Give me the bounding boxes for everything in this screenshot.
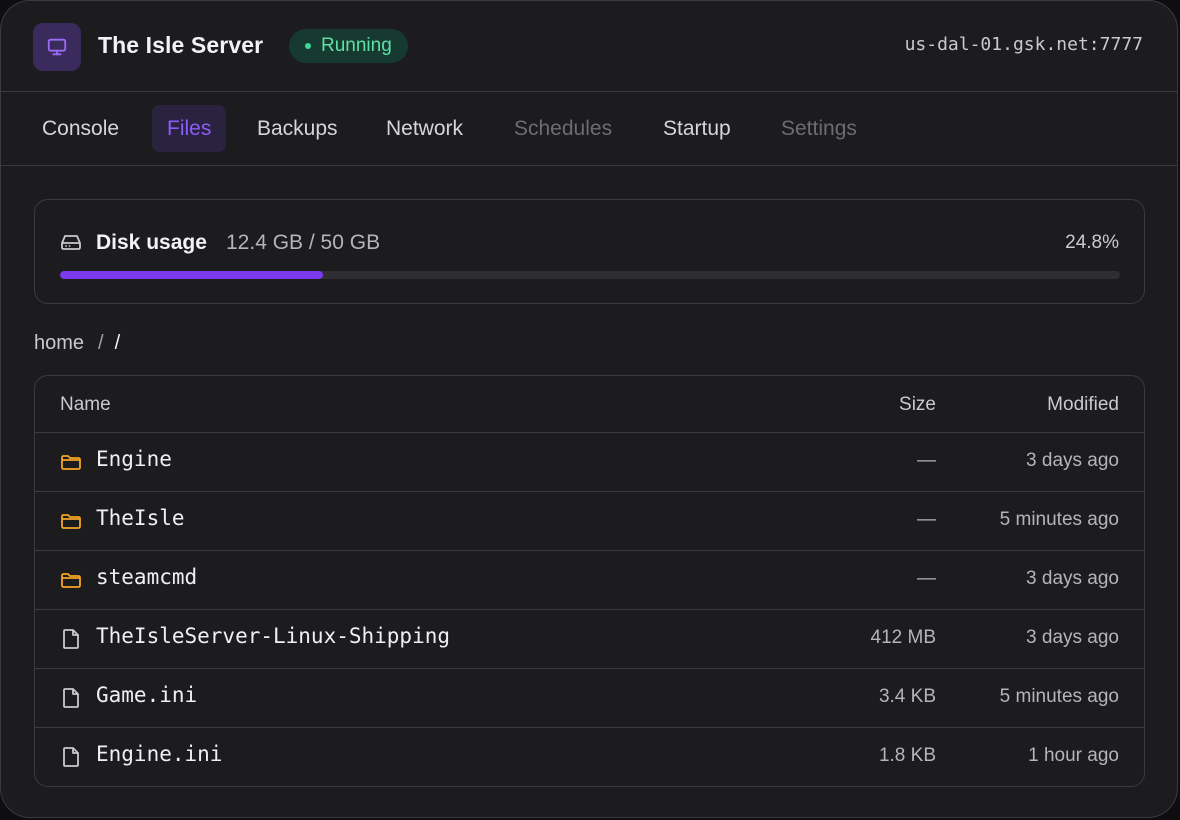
file-size: — bbox=[917, 450, 936, 471]
tab-network[interactable]: Network bbox=[371, 105, 478, 152]
table-row[interactable]: Engine — 3 days ago bbox=[35, 433, 1144, 492]
tab-bar: Console Files Backups Network Schedules … bbox=[1, 92, 1177, 166]
server-address: us-dal-01.gsk.net:7777 bbox=[904, 34, 1143, 55]
column-name[interactable]: Name bbox=[60, 394, 111, 416]
table-row[interactable]: Engine.ini 1.8 KB 1 hour ago bbox=[35, 728, 1144, 786]
folder-icon bbox=[59, 568, 83, 592]
file-icon bbox=[59, 745, 83, 769]
breadcrumb-home[interactable]: home bbox=[34, 332, 84, 355]
file-modified: 5 minutes ago bbox=[999, 686, 1119, 707]
breadcrumb-separator: / bbox=[98, 332, 104, 354]
folder-icon bbox=[59, 450, 83, 474]
file-name[interactable]: Engine bbox=[96, 447, 172, 471]
tab-backups[interactable]: Backups bbox=[242, 105, 353, 152]
tab-console[interactable]: Console bbox=[27, 105, 134, 152]
file-icon bbox=[59, 686, 83, 710]
file-table-header: Name Size Modified bbox=[35, 376, 1144, 433]
file-modified: 3 days ago bbox=[1026, 450, 1119, 471]
status-text: Running bbox=[321, 35, 392, 56]
file-name[interactable]: steamcmd bbox=[96, 565, 197, 589]
disk-usage-progress bbox=[60, 271, 1120, 279]
file-modified: 1 hour ago bbox=[1028, 745, 1119, 766]
file-name[interactable]: Game.ini bbox=[96, 683, 197, 707]
file-icon bbox=[59, 627, 83, 651]
server-window: The Isle Server Running us-dal-01.gsk.ne… bbox=[0, 0, 1178, 818]
file-modified: 3 days ago bbox=[1026, 568, 1119, 589]
file-table: Name Size Modified Engine —3 days ago TheI… bbox=[34, 375, 1145, 787]
table-row[interactable]: TheIsleServer-Linux-Shipping 412 MB 3 days… bbox=[35, 610, 1144, 669]
hard-drive-icon bbox=[61, 235, 81, 250]
file-name[interactable]: Engine.ini bbox=[96, 742, 222, 766]
disk-usage-percent: 24.8% bbox=[1065, 232, 1119, 253]
file-size: — bbox=[917, 568, 936, 589]
file-name[interactable]: TheIsleServer-Linux-Shipping bbox=[96, 624, 450, 648]
file-size: 412 MB bbox=[870, 627, 936, 648]
table-row[interactable]: Game.ini 3.4 KB 5 minutes ago bbox=[35, 669, 1144, 728]
tab-settings[interactable]: Settings bbox=[766, 105, 872, 152]
file-modified: 3 days ago bbox=[1026, 627, 1119, 648]
folder-icon bbox=[59, 509, 83, 533]
table-row[interactable]: TheIsle — 5 minutes ago bbox=[35, 492, 1144, 551]
breadcrumb: home / / bbox=[34, 332, 120, 355]
status-badge: Running bbox=[289, 29, 408, 63]
file-modified: 5 minutes ago bbox=[999, 509, 1119, 530]
disk-usage-label: Disk usage bbox=[96, 231, 207, 254]
server-title: The Isle Server bbox=[98, 32, 264, 58]
file-size: 1.8 KB bbox=[878, 745, 936, 766]
table-row[interactable]: steamcmd — 3 days ago bbox=[35, 551, 1144, 610]
file-size: — bbox=[917, 509, 936, 530]
file-name[interactable]: TheIsle bbox=[96, 506, 185, 530]
column-size[interactable]: Size bbox=[899, 394, 936, 416]
monitor-icon bbox=[33, 23, 81, 71]
column-modified[interactable]: Modified bbox=[1047, 394, 1119, 416]
disk-usage-value: 12.4 GB / 50 GB bbox=[226, 231, 381, 254]
breadcrumb-current: / bbox=[114, 332, 121, 354]
status-dot-icon bbox=[305, 43, 311, 49]
tab-files[interactable]: Files bbox=[152, 105, 227, 152]
disk-usage-progress-fill bbox=[60, 271, 323, 279]
tab-schedules[interactable]: Schedules bbox=[499, 105, 627, 152]
disk-usage-card: Disk usage 12.4 GB / 50 GB 24.8% bbox=[34, 199, 1145, 304]
file-size: 3.4 KB bbox=[878, 686, 936, 707]
tab-startup[interactable]: Startup bbox=[648, 105, 746, 152]
server-header: The Isle Server Running us-dal-01.gsk.ne… bbox=[1, 1, 1177, 92]
